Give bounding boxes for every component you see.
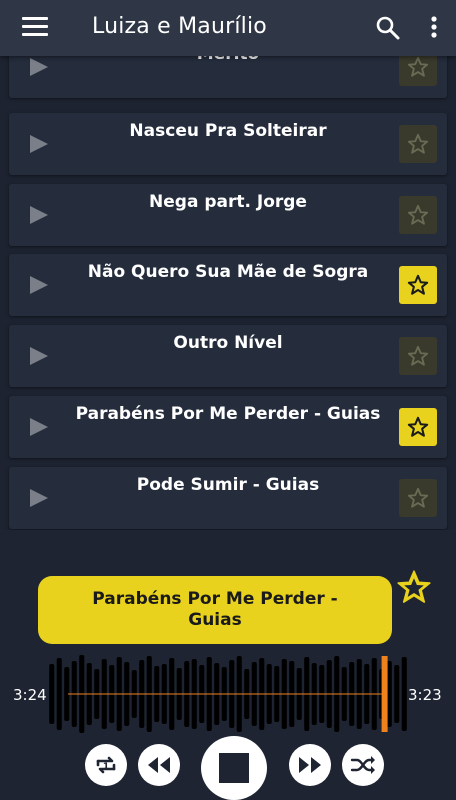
song-title: Nasceu Pra Solteirar	[129, 121, 327, 141]
player-panel: Parabéns Por Me Perder - Guias 3:24 3:23…	[0, 530, 456, 800]
play-icon[interactable]	[29, 205, 49, 225]
waveform-bar	[401, 657, 407, 731]
song-item[interactable]: Nasceu Pra Solteirar	[9, 113, 447, 175]
song-item[interactable]: Parabéns Por Me Perder - Guias	[9, 396, 447, 458]
waveform-bar	[394, 665, 400, 723]
fast-forward-icon[interactable]	[289, 744, 331, 786]
favorite-star-icon[interactable]	[395, 568, 433, 606]
song-title: Outro Nível	[173, 333, 283, 353]
favorite-star-icon[interactable]	[399, 337, 437, 375]
play-icon[interactable]	[29, 57, 49, 77]
total-time: 3:23	[408, 686, 442, 704]
progress-marker[interactable]	[381, 656, 388, 732]
player-controls: 1	[0, 736, 456, 800]
waveform-bar	[49, 664, 55, 724]
repeat-one-icon[interactable]: 1	[85, 744, 127, 786]
play-icon[interactable]	[29, 417, 49, 437]
svg-text:1: 1	[103, 762, 109, 772]
song-item[interactable]: Mérito	[9, 56, 447, 98]
waveform-bar	[56, 658, 62, 730]
song-title: Pode Sumir - Guias	[136, 475, 320, 495]
hamburger-menu-icon[interactable]	[22, 17, 48, 37]
play-icon[interactable]	[29, 346, 49, 366]
waveform-seekbar[interactable]	[48, 654, 408, 734]
app-title: Luiza e Maurílio	[92, 14, 267, 39]
elapsed-time: 3:24	[13, 686, 47, 704]
search-icon[interactable]	[374, 14, 402, 42]
song-item[interactable]: Nega part. Jorge	[9, 184, 447, 246]
song-item[interactable]: Pode Sumir - Guias	[9, 467, 447, 529]
rewind-icon[interactable]	[138, 744, 180, 786]
song-item[interactable]: Não Quero Sua Mãe de Sogra	[9, 254, 447, 316]
stop-icon[interactable]	[201, 736, 267, 800]
favorite-star-icon[interactable]	[399, 56, 437, 86]
song-list[interactable]: Mérito Nasceu Pra Solteirar Nega part. J…	[0, 56, 456, 530]
favorite-star-icon[interactable]	[399, 196, 437, 234]
song-item[interactable]: Outro Nível	[9, 325, 447, 387]
now-playing-title: Parabéns Por Me Perder - Guias	[38, 576, 392, 644]
shuffle-icon[interactable]	[342, 744, 384, 786]
favorite-star-icon[interactable]	[399, 479, 437, 517]
play-icon[interactable]	[29, 488, 49, 508]
favorite-star-icon[interactable]	[399, 408, 437, 446]
app-bar: Luiza e Maurílio	[0, 0, 456, 56]
favorite-star-icon[interactable]	[399, 266, 437, 304]
song-title: Nega part. Jorge	[149, 192, 307, 212]
song-title: Mérito	[65, 56, 391, 64]
play-icon[interactable]	[29, 134, 49, 154]
play-icon[interactable]	[29, 275, 49, 295]
favorite-star-icon[interactable]	[399, 125, 437, 163]
song-title: Parabéns Por Me Perder - Guias	[75, 404, 381, 424]
song-title: Não Quero Sua Mãe de Sogra	[87, 262, 369, 282]
more-vert-icon[interactable]	[424, 14, 444, 42]
